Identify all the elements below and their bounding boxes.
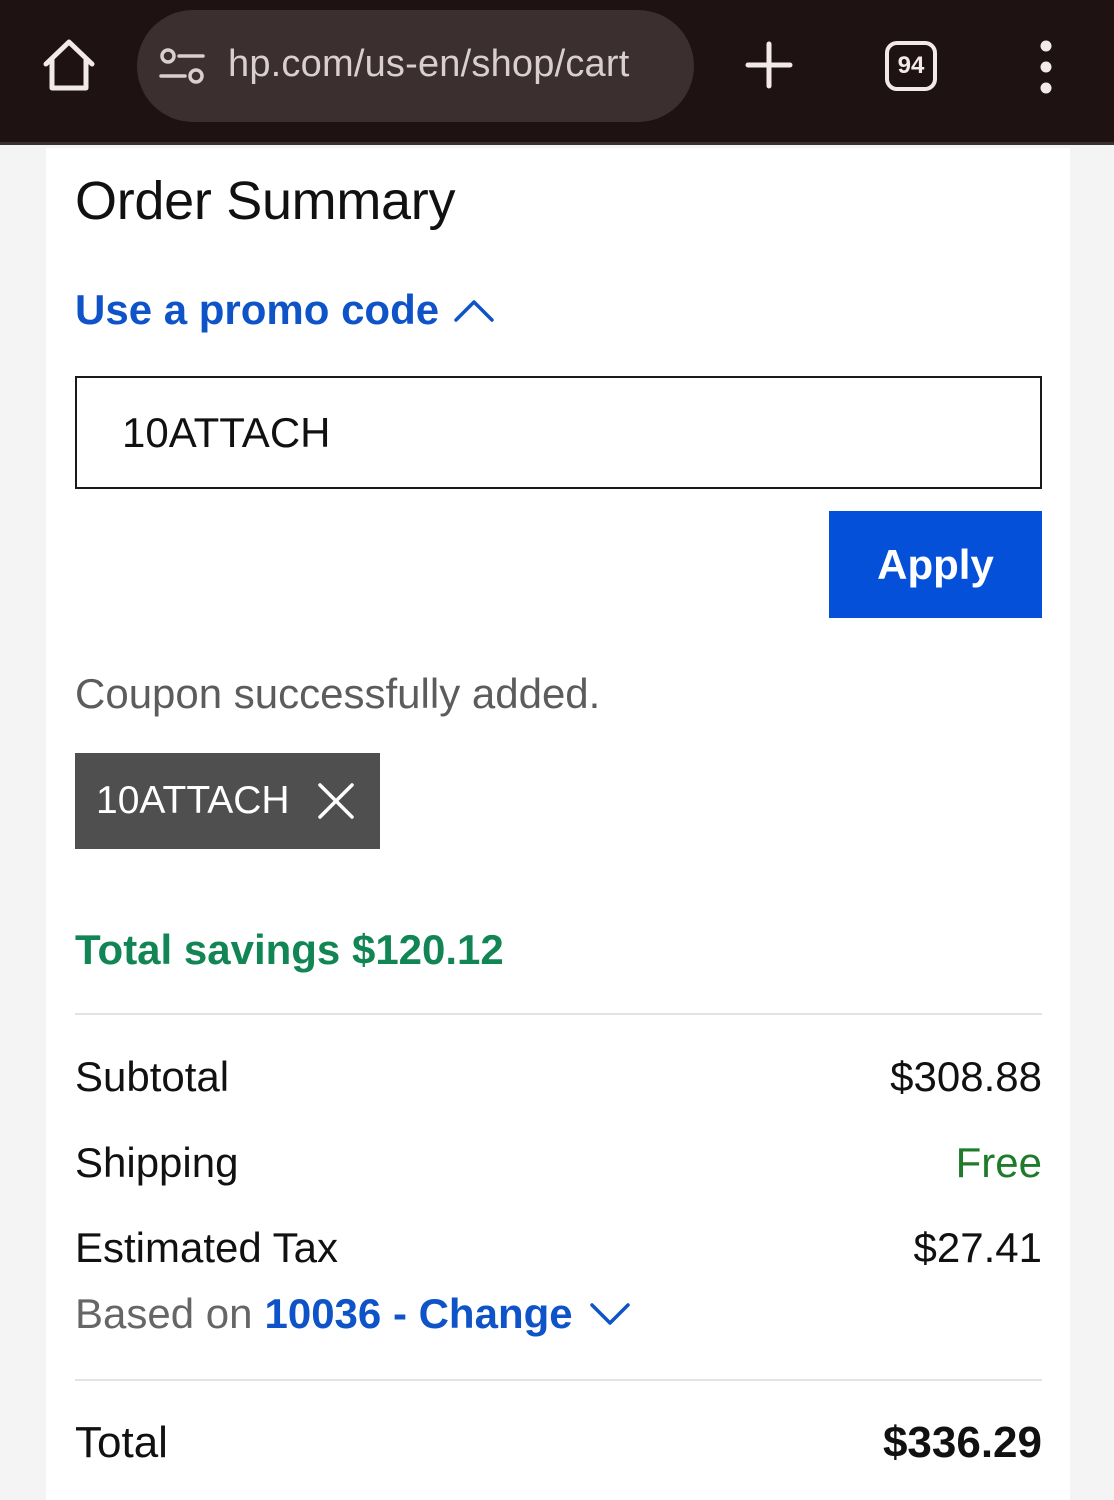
url-text: hp.com/us-en/shop/cart	[228, 43, 630, 85]
tax-basis: Based on 10036 - Change	[75, 1290, 1041, 1338]
home-button[interactable]	[38, 36, 100, 96]
tab-switcher-icon[interactable]: 94	[885, 41, 937, 91]
close-icon[interactable]	[317, 782, 355, 820]
total-savings: Total savings $120.12	[75, 926, 504, 973]
more-vert-icon	[1040, 40, 1052, 94]
home-icon	[43, 39, 95, 91]
more-menu-button[interactable]	[1030, 40, 1062, 94]
total-row: Total $336.29	[75, 1418, 1042, 1468]
tax-value: $27.41	[913, 1224, 1042, 1271]
promo-code-toggle[interactable]: Use a promo code	[75, 286, 1041, 334]
subtotal-label: Subtotal	[75, 1053, 230, 1100]
tax-row: Estimated Tax $27.41	[75, 1224, 1042, 1272]
browser-toolbar: hp.com/us-en/shop/cart 94	[0, 0, 1114, 145]
subtotal-value: $308.88	[890, 1053, 1042, 1100]
zip-change-link[interactable]: 10036 - Change	[264, 1290, 572, 1338]
chevron-down-icon[interactable]	[589, 1301, 631, 1327]
promo-code-input[interactable]	[75, 376, 1042, 489]
applied-coupon-chip: 10ATTACH	[75, 753, 380, 849]
subtotal-row: Subtotal $308.88	[75, 1053, 1042, 1101]
page-title: Order Summary	[75, 171, 456, 231]
shipping-value: Free	[955, 1139, 1042, 1186]
shipping-row: Shipping Free	[75, 1139, 1042, 1187]
shipping-label: Shipping	[75, 1139, 239, 1186]
divider	[75, 1013, 1042, 1015]
promo-toggle-label: Use a promo code	[75, 286, 440, 333]
coupon-chip-label: 10ATTACH	[96, 779, 290, 822]
chevron-up-icon	[454, 300, 494, 322]
total-label: Total	[75, 1418, 168, 1467]
tax-basis-prefix: Based on	[75, 1290, 253, 1337]
tab-count: 94	[897, 52, 925, 79]
tune-icon[interactable]	[159, 46, 205, 86]
tax-label: Estimated Tax	[75, 1224, 339, 1271]
address-bar[interactable]: hp.com/us-en/shop/cart	[137, 10, 694, 122]
apply-button[interactable]: Apply	[829, 511, 1042, 618]
divider	[75, 1379, 1042, 1381]
new-tab-button[interactable]	[744, 40, 794, 90]
total-value: $336.29	[882, 1418, 1042, 1467]
plus-icon	[745, 41, 793, 89]
order-summary-card: Order Summary Use a promo code Apply Cou…	[46, 148, 1070, 1500]
coupon-status-message: Coupon successfully added.	[75, 670, 601, 717]
